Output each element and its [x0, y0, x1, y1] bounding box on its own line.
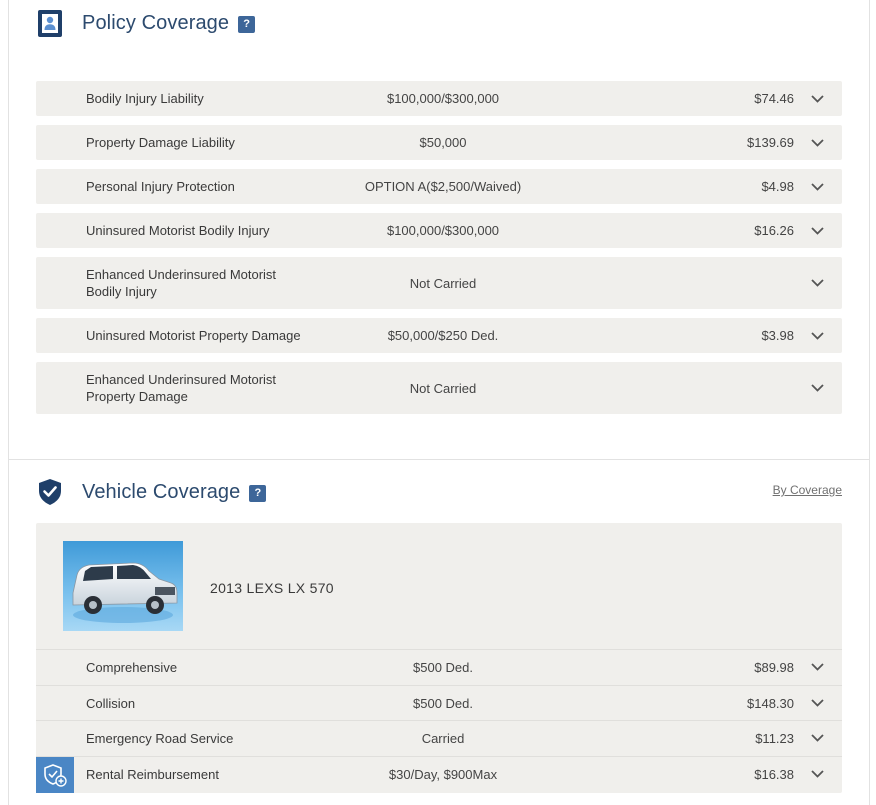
coverage-name: Property Damage Liability [86, 135, 235, 150]
coverage-name-line2: Bodily Injury [86, 284, 157, 299]
coverage-premium: $16.38 [754, 766, 794, 782]
coverage-limit: Carried [421, 730, 465, 746]
coverage-limit: OPTION A($2,500/Waived) [364, 179, 522, 194]
coverage-name: Uninsured Motorist Bodily Injury [86, 223, 270, 238]
chevron-down-icon[interactable] [810, 733, 824, 743]
vehicle-coverage-row-comprehensive[interactable]: Comprehensive $500 Ded. $89.98 [36, 649, 842, 684]
coverage-limit: $50,000/$250 Ded. [387, 328, 499, 343]
frame-border-left [8, 0, 9, 805]
coverage-limit: $100,000/$300,000 [386, 223, 500, 238]
vehicle-coverage-row-collision[interactable]: Collision $500 Ded. $148.30 [36, 685, 842, 720]
frame-border-right [869, 0, 870, 805]
coverage-name: Comprehensive [86, 659, 178, 675]
coverage-limit: $100,000/$300,000 [386, 91, 500, 106]
vehicle-coverage-header: Vehicle Coverage ? [38, 477, 267, 507]
coverage-premium: $139.69 [747, 135, 794, 150]
chevron-down-icon[interactable] [810, 662, 824, 672]
chevron-down-icon[interactable] [810, 383, 824, 393]
coverage-name: Bodily Injury Liability [86, 91, 204, 106]
coverage-name-line1: Enhanced Underinsured Motorist [86, 372, 277, 387]
coverage-name-line2: Property Damage [86, 389, 188, 404]
coverage-name-line1: Enhanced Underinsured Motorist [86, 267, 277, 282]
chevron-down-icon[interactable] [810, 698, 824, 708]
coverage-limit: Not Carried [409, 275, 477, 291]
vehicle-coverage-title: Vehicle Coverage [82, 480, 241, 503]
coverage-premium: $89.98 [754, 659, 794, 675]
coverage-premium: $74.46 [754, 91, 794, 106]
vehicle-card: 2013 LEXS LX 570 Comprehensive $500 Ded.… [36, 523, 842, 793]
coverage-row-property-damage[interactable]: Property Damage Liability $50,000 $139.6… [36, 125, 842, 160]
shield-plus-icon[interactable] [36, 757, 74, 793]
coverage-row-bodily-injury[interactable]: Bodily Injury Liability $100,000/$300,00… [36, 81, 842, 116]
coverage-name: Emergency Road Service [86, 730, 234, 746]
coverage-name: Uninsured Motorist Property Damage [86, 328, 301, 343]
vehicle-image [63, 541, 183, 631]
coverage-name: Enhanced Underinsured Motorist Bodily In… [86, 266, 316, 300]
vehicle-name: 2013 LEXS LX 570 [210, 580, 334, 596]
coverage-limit: $50,000 [419, 135, 467, 150]
chevron-down-icon[interactable] [810, 278, 824, 288]
chevron-down-icon[interactable] [810, 226, 824, 236]
coverage-limit: Not Carried [409, 380, 477, 396]
coverage-row-enhanced-underinsured-property[interactable]: Enhanced Underinsured Motorist Property … [36, 362, 842, 414]
chevron-down-icon[interactable] [810, 94, 824, 104]
coverage-row-personal-injury[interactable]: Personal Injury Protection OPTION A($2,5… [36, 169, 842, 204]
policy-coverage-header: Policy Coverage ? [38, 8, 256, 38]
coverage-premium: $148.30 [747, 695, 794, 711]
coverage-premium: $16.26 [754, 223, 794, 238]
coverage-row-uninsured-property[interactable]: Uninsured Motorist Property Damage $50,0… [36, 318, 842, 353]
coverage-limit: $500 Ded. [413, 659, 473, 675]
coverage-name: Personal Injury Protection [86, 179, 235, 194]
person-document-icon [38, 9, 62, 37]
shield-check-icon [38, 478, 62, 506]
chevron-down-icon[interactable] [810, 769, 824, 779]
vehicle-coverage-row-rental[interactable]: Rental Reimbursement $30/Day, $900Max $1… [36, 756, 842, 793]
coverage-name: Rental Reimbursement [86, 766, 219, 782]
chevron-down-icon[interactable] [810, 138, 824, 148]
vehicle-help-button[interactable]: ? [249, 484, 267, 502]
section-divider [8, 459, 870, 460]
coverage-name: Enhanced Underinsured Motorist Property … [86, 371, 316, 405]
coverage-limit: $30/Day, $900Max [388, 766, 498, 782]
policy-coverage-title: Policy Coverage [82, 11, 230, 34]
coverage-premium: $4.98 [761, 179, 794, 194]
coverage-row-enhanced-underinsured-bodily[interactable]: Enhanced Underinsured Motorist Bodily In… [36, 257, 842, 309]
coverage-premium: $11.23 [755, 730, 794, 746]
coverage-row-uninsured-bodily[interactable]: Uninsured Motorist Bodily Injury $100,00… [36, 213, 842, 248]
coverage-premium: $3.98 [761, 328, 794, 343]
chevron-down-icon[interactable] [810, 331, 824, 341]
vehicle-coverage-row-emergency-road[interactable]: Emergency Road Service Carried $11.23 [36, 720, 842, 755]
chevron-down-icon[interactable] [810, 182, 824, 192]
coverage-name: Collision [86, 695, 136, 711]
coverage-limit: $500 Ded. [413, 695, 473, 711]
policy-help-button[interactable]: ? [238, 15, 256, 33]
by-coverage-link[interactable]: By Coverage [773, 483, 842, 497]
